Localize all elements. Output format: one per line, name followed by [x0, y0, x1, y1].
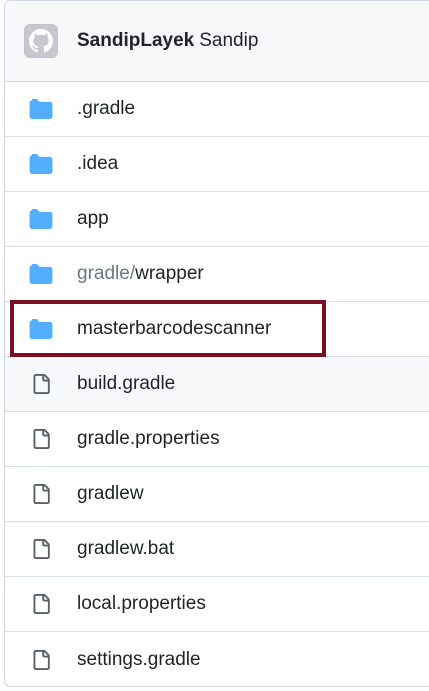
file-icon	[29, 649, 53, 671]
folder-icon	[29, 208, 53, 230]
file-list: .gradle .idea app gradle/wrapper masterbarco…	[5, 82, 429, 686]
folder-row[interactable]: .gradle	[5, 82, 429, 137]
github-avatar-icon[interactable]	[24, 24, 58, 58]
folder-row[interactable]: app	[5, 192, 429, 247]
commit-info: SandipLayek Sandip	[77, 30, 258, 52]
file-browser-panel: SandipLayek Sandip .gradle .idea app gradle/…	[4, 0, 429, 687]
folder-icon	[29, 98, 53, 120]
file-name-link[interactable]: build.gradle	[77, 373, 175, 395]
file-name-link[interactable]: gradlew.bat	[77, 538, 174, 560]
folder-row[interactable]: gradle/wrapper	[5, 247, 429, 302]
commit-author-link[interactable]: SandipLayek	[77, 30, 194, 51]
folder-row[interactable]: masterbarcodescanner	[5, 302, 429, 357]
file-row[interactable]: build.gradle	[5, 357, 429, 412]
folder-icon	[29, 153, 53, 175]
file-icon	[29, 373, 53, 395]
file-row[interactable]: gradle.properties	[5, 412, 429, 467]
file-icon	[29, 538, 53, 560]
file-name-link[interactable]: gradlew	[77, 483, 144, 505]
file-name-link[interactable]: gradle.properties	[77, 428, 220, 450]
folder-name-link[interactable]: .gradle	[77, 98, 135, 120]
file-name-link[interactable]: settings.gradle	[77, 649, 201, 671]
file-icon	[29, 483, 53, 505]
file-row[interactable]: gradlew	[5, 467, 429, 522]
folder-name-link[interactable]: app	[77, 208, 109, 230]
file-icon	[29, 428, 53, 450]
folder-name-link[interactable]: gradle/wrapper	[77, 263, 204, 285]
folder-icon	[29, 318, 53, 340]
file-row[interactable]: gradlew.bat	[5, 522, 429, 577]
file-row[interactable]: settings.gradle	[5, 632, 429, 686]
folder-row[interactable]: .idea	[5, 137, 429, 192]
file-row[interactable]: local.properties	[5, 577, 429, 632]
folder-path-name: wrapper	[135, 263, 204, 284]
commit-message-link[interactable]: Sandip	[199, 30, 258, 51]
file-name-link[interactable]: local.properties	[77, 593, 206, 615]
folder-icon	[29, 263, 53, 285]
latest-commit-header: SandipLayek Sandip	[5, 1, 429, 82]
folder-path-prefix: gradle/	[77, 263, 136, 284]
folder-name-link[interactable]: masterbarcodescanner	[77, 318, 271, 340]
folder-name-link[interactable]: .idea	[77, 153, 118, 175]
file-icon	[29, 593, 53, 615]
